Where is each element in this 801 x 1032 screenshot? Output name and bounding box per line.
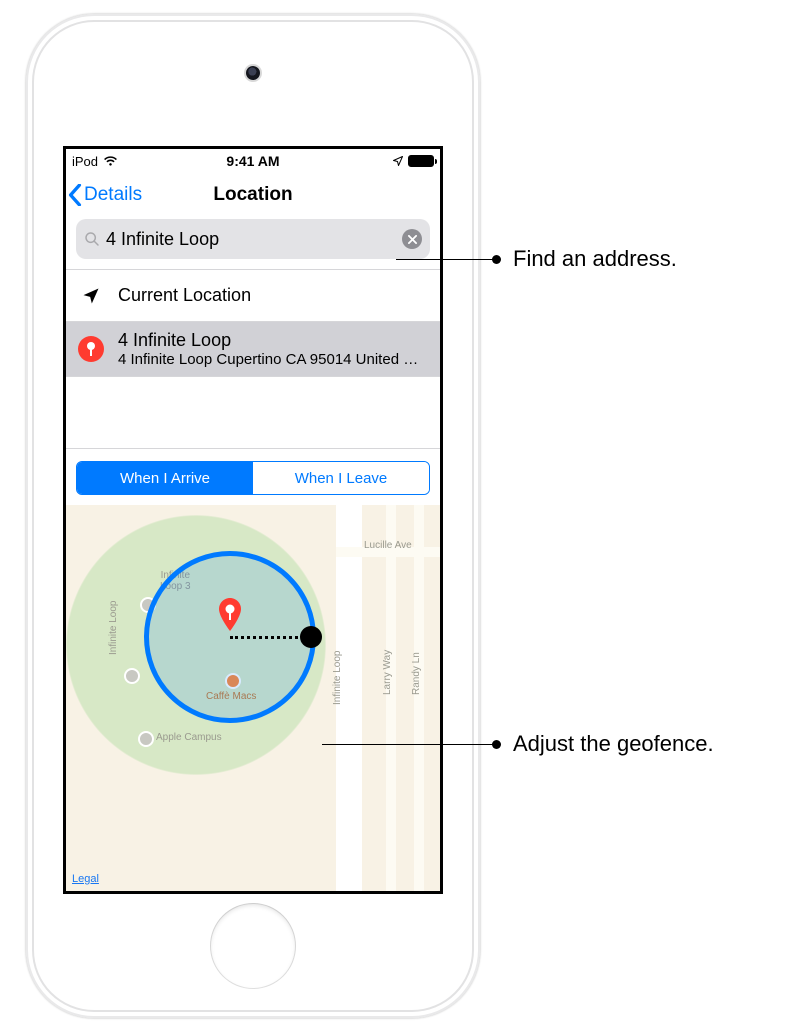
clock: 9:41 AM: [66, 153, 440, 169]
map-label: Infinite Loop 3: [160, 570, 191, 592]
navigation-bar: Details Location: [66, 173, 440, 217]
pin-badge-icon: [78, 336, 104, 362]
map-legal-link[interactable]: Legal: [72, 873, 99, 885]
status-bar: iPod 9:41 AM: [66, 149, 440, 173]
ipod-device-frame: iPod 9:41 AM: [26, 14, 480, 1018]
geofence-circle[interactable]: [144, 551, 316, 723]
map-label: Infinite Loop: [108, 601, 119, 656]
search-result-row[interactable]: 4 Infinite Loop 4 Infinite Loop Cupertin…: [66, 322, 440, 377]
result-title: 4 Infinite Loop: [118, 330, 428, 351]
poi-icon: [140, 597, 156, 613]
current-location-label: Current Location: [118, 285, 428, 306]
x-icon: [408, 235, 417, 244]
navigation-arrow-icon: [81, 286, 101, 306]
search-icon: [84, 231, 100, 247]
map-label: Infinite Loop: [332, 651, 343, 706]
poi-icon: [225, 673, 241, 689]
map-view[interactable]: Lucille Ave Infinite Loop 3 Caffè Macs A…: [66, 505, 440, 891]
poi-icon: [124, 668, 140, 684]
segment-leave[interactable]: When I Leave: [253, 462, 429, 494]
map-pin-icon: [218, 598, 242, 637]
result-subtitle: 4 Infinite Loop Cupertino CA 95014 Unite…: [118, 351, 428, 368]
chevron-left-icon: [68, 184, 82, 206]
map-label: Apple Campus: [156, 732, 222, 743]
current-location-row[interactable]: Current Location: [66, 270, 440, 322]
arrive-leave-segment: When I Arrive When I Leave: [76, 461, 430, 495]
home-button[interactable]: [210, 903, 296, 989]
callout-leader: [396, 259, 500, 260]
location-services-icon: [392, 155, 404, 167]
park-area: [66, 515, 326, 775]
back-button[interactable]: Details: [66, 184, 146, 206]
segment-arrive[interactable]: When I Arrive: [77, 462, 253, 494]
screen: iPod 9:41 AM: [63, 146, 443, 894]
poi-icon: [138, 731, 154, 747]
road: [386, 505, 396, 891]
list-filler: [66, 377, 440, 449]
callout-leader: [322, 744, 500, 745]
search-value: 4 Infinite Loop: [106, 229, 396, 250]
road: [414, 505, 424, 891]
road: [336, 547, 440, 557]
carrier-label: iPod: [72, 154, 98, 169]
back-label: Details: [84, 184, 142, 206]
clear-search-button[interactable]: [402, 229, 422, 249]
map-label: Randy Ln: [411, 652, 422, 695]
callout-search: Find an address.: [513, 246, 677, 272]
nav-title: Location: [66, 184, 440, 206]
geofence-radius-line: [230, 636, 316, 639]
results-list: Current Location 4 Infinite Loop 4 Infin…: [66, 269, 440, 449]
map-label: Lucille Ave: [364, 540, 412, 551]
wifi-icon: [103, 155, 118, 167]
map-label: Larry Way: [382, 650, 393, 695]
battery-icon: [408, 155, 434, 167]
map-label: Caffè Macs: [206, 691, 256, 702]
front-camera: [246, 66, 260, 80]
search-field[interactable]: 4 Infinite Loop: [76, 219, 430, 259]
geofence-handle[interactable]: [300, 626, 322, 648]
road: [336, 505, 362, 891]
callout-geofence: Adjust the geofence.: [513, 731, 714, 757]
